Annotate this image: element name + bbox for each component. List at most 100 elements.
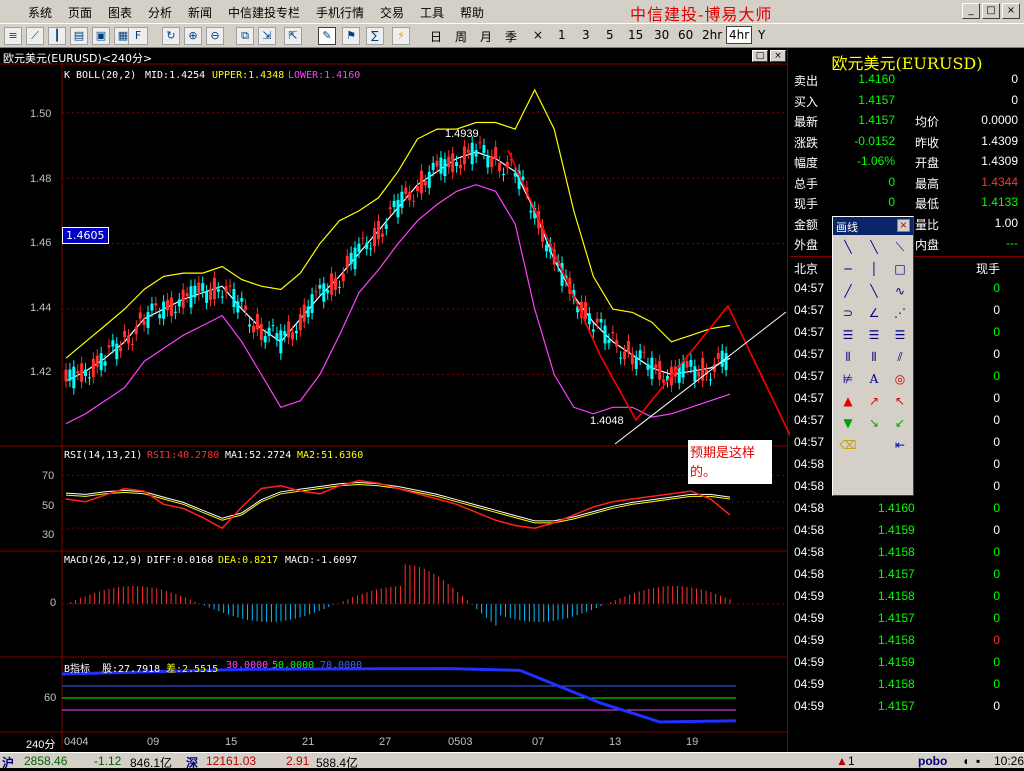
high-annotation: 1.4939	[445, 128, 479, 140]
candle-body	[623, 351, 627, 360]
gann-tool-icon[interactable]: ⫽	[889, 347, 911, 367]
up-right-arrow-icon[interactable]: ↗	[863, 391, 885, 411]
fib-retrace-icon[interactable]: ☰	[863, 325, 885, 345]
fib-time-icon[interactable]: ⦀	[863, 347, 885, 367]
tick-volume: 0	[993, 633, 1000, 647]
sound-icon[interactable]: ◖	[962, 754, 969, 768]
tick-time: 04:59	[794, 699, 825, 713]
candle-body	[345, 255, 349, 267]
quote-label: 幅度	[794, 156, 819, 170]
quote-label-2: 量比	[915, 217, 940, 232]
trend-tool-icon[interactable]: ╱	[837, 281, 859, 301]
up-left-arrow-icon[interactable]: ↖	[889, 391, 911, 411]
angle-tool-icon[interactable]: ∠	[863, 303, 885, 323]
tick-time: 04:58	[794, 501, 825, 515]
candle-body	[412, 200, 416, 202]
segment-tool-icon[interactable]: ╲	[837, 237, 859, 257]
down-right-arrow-icon[interactable]: ↘	[863, 413, 885, 433]
down-arrow-icon[interactable]: ▼	[837, 413, 859, 433]
candle-body	[150, 303, 154, 311]
tick-volume: 0	[993, 391, 1000, 405]
candle-body	[462, 146, 466, 165]
candle-body	[494, 147, 498, 159]
fan-tool-icon[interactable]: ⋰	[889, 303, 911, 323]
tick-price: 1.4158	[878, 589, 915, 603]
candle-body	[244, 305, 248, 310]
tick-volume: 0	[993, 655, 1000, 669]
candle-body	[107, 345, 111, 348]
palette-title: 画线	[836, 221, 858, 234]
channel-tool-icon[interactable]: ╲	[863, 281, 885, 301]
rect-tool-icon[interactable]: □	[889, 259, 911, 279]
arc-tool-icon[interactable]: ⊃	[837, 303, 859, 323]
tick-price: 1.4158	[878, 545, 915, 559]
fib-tool-icon[interactable]: ☰	[837, 325, 859, 345]
candle-body	[138, 312, 142, 319]
palette-title-bar[interactable]: 画线 ×	[833, 217, 913, 235]
quote-label: 外盘	[794, 238, 819, 252]
candle-body	[416, 186, 420, 192]
candle-body	[80, 363, 84, 382]
drawing-palette[interactable]: 画线 × ╲ ╲ ⟍ ─ │ □ ╱ ╲ ∿ ⊃ ∠ ⋰ ☰ ☰ ☰ ⦀ ⦀ ⫽…	[832, 216, 914, 496]
target-tool-icon[interactable]: ◎	[889, 369, 911, 389]
tick-volume: 0	[993, 501, 1000, 515]
expectation-note: 预期是这样的。	[688, 440, 772, 484]
chart-close-button[interactable]: ×	[770, 50, 786, 62]
x-tick-09: 09	[147, 736, 160, 748]
b-30-value: 30.0000	[226, 660, 269, 671]
quote-value: 1.4157	[858, 92, 895, 107]
down-left-arrow-icon[interactable]: ↙	[889, 413, 911, 433]
candle-body	[248, 324, 252, 327]
alert-count[interactable]: 1	[848, 754, 855, 768]
delete-all-icon[interactable]: ⇤	[889, 435, 911, 455]
candle-body	[201, 283, 205, 292]
candle-body	[236, 301, 240, 313]
quote-label-2: 昨收	[915, 135, 940, 150]
cycle-tool-icon[interactable]: ⦀	[837, 347, 859, 367]
candle-body	[99, 353, 103, 371]
candle-body	[689, 360, 693, 367]
candle-body	[642, 351, 646, 353]
up-arrow-icon[interactable]: ▲	[837, 391, 859, 411]
tick-time: 04:58	[794, 545, 825, 559]
candle-body	[181, 289, 185, 308]
candle-body	[470, 142, 474, 165]
tick-time: 04:58	[794, 523, 825, 537]
chart-restore-button[interactable]: □	[752, 50, 768, 62]
b-tick-60: 60	[44, 692, 57, 704]
quote-label-2: 最高	[915, 176, 940, 191]
candle-body	[435, 160, 439, 167]
alert-icon[interactable]: ▲	[836, 754, 848, 768]
hline-tool-icon[interactable]: ─	[837, 259, 859, 279]
palette-close-button[interactable]: ×	[897, 219, 910, 232]
candle-body	[361, 237, 365, 239]
ray-tool-icon[interactable]: ╲	[863, 237, 885, 257]
tick-time: 04:57	[794, 369, 825, 383]
b-70-value: 70.0000	[320, 660, 363, 671]
tick-time: 04:59	[794, 633, 825, 647]
rsi-ma2-value: MA2:51.6360	[297, 450, 364, 461]
candle-body	[232, 288, 236, 308]
rsi-tick-70: 70	[42, 470, 55, 482]
candle-body	[482, 145, 486, 153]
candle-body	[380, 233, 384, 237]
tick-volume: 0	[993, 281, 1000, 295]
candle-body	[275, 333, 279, 341]
line-tool-icon[interactable]: ⟍	[889, 237, 911, 257]
vline-tool-icon[interactable]: │	[863, 259, 885, 279]
wave-tool-icon[interactable]: ∿	[889, 281, 911, 301]
text-tool-icon[interactable]: A	[863, 369, 885, 389]
candle-body	[291, 332, 295, 340]
fib-ext-icon[interactable]: ☰	[889, 325, 911, 345]
tick-volume: 0	[993, 413, 1000, 427]
eraser-icon[interactable]: ⌫	[837, 435, 859, 455]
projection-line	[507, 149, 827, 511]
y-tick-142: 1.42	[30, 366, 52, 378]
x-tick-0503: 0503	[448, 736, 473, 748]
tick-row: 04:59 1.4158 0	[790, 586, 1024, 608]
quote-label: 金额	[794, 217, 819, 232]
speed-tool-icon[interactable]: ⊭	[837, 369, 859, 389]
candle-body	[474, 150, 478, 157]
candle-body	[220, 296, 224, 298]
low-annotation: 1.4048	[590, 415, 624, 427]
